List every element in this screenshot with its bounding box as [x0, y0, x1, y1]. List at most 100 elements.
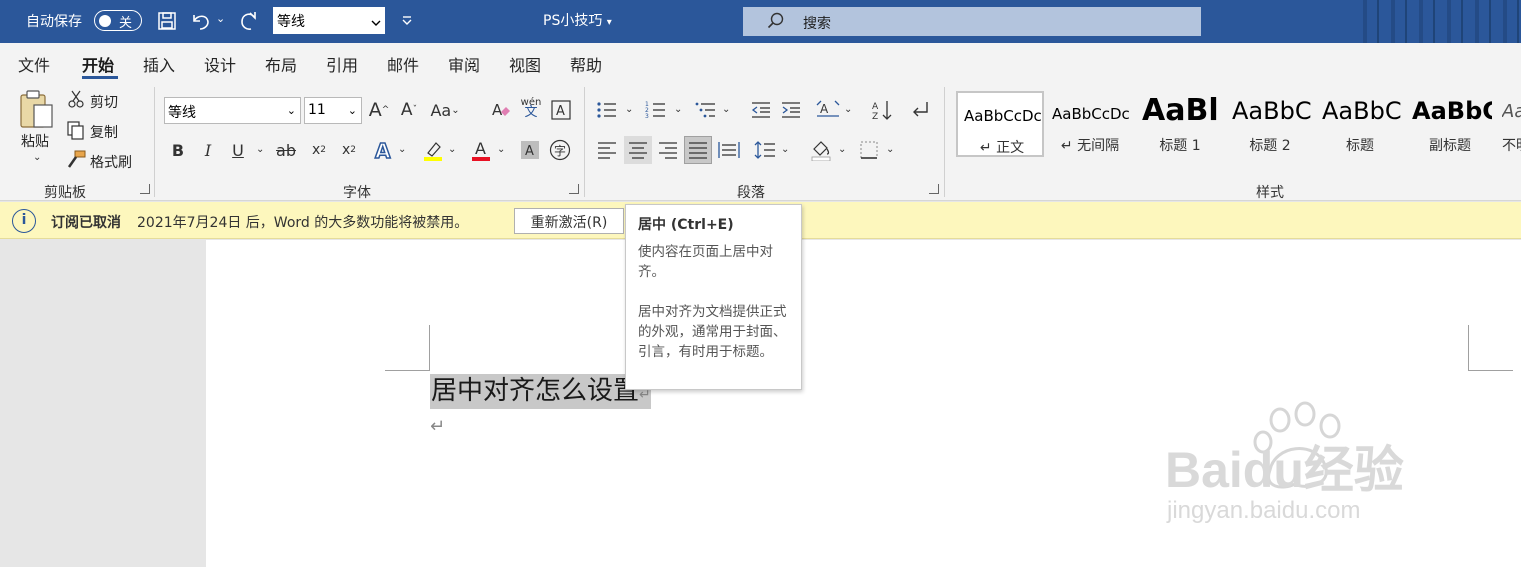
chinese-layout-dropdown-icon[interactable]: ⌄: [844, 104, 852, 115]
style-heading-2[interactable]: AaBbC 标题 2: [1226, 91, 1314, 157]
font-name-dropdown[interactable]: 等线 ⌄: [164, 97, 301, 124]
tab-design[interactable]: 设计: [204, 52, 236, 76]
save-icon[interactable]: [154, 8, 180, 34]
tab-mailings[interactable]: 邮件: [387, 52, 419, 76]
autosave-toggle[interactable]: 关: [94, 10, 142, 31]
paste-label[interactable]: 粘贴: [21, 131, 49, 151]
undo-dropdown-icon[interactable]: ⌄: [216, 12, 225, 25]
tab-view[interactable]: 视图: [509, 52, 541, 76]
italic-icon[interactable]: I: [195, 137, 221, 163]
highlight-dropdown-icon[interactable]: ⌄: [448, 144, 456, 155]
multilevel-dropdown-icon[interactable]: ⌄: [722, 104, 730, 115]
font-color-dropdown-icon[interactable]: ⌄: [497, 144, 505, 155]
character-shading-icon[interactable]: A: [517, 137, 543, 163]
scissors-icon[interactable]: [67, 90, 85, 112]
paste-dropdown-icon[interactable]: ⌄: [33, 152, 41, 163]
phonetic-guide-icon[interactable]: wén 文: [518, 95, 544, 121]
text-effects-dropdown-icon[interactable]: ⌄: [398, 144, 406, 155]
subscript-icon[interactable]: x2: [306, 137, 332, 163]
font-color-icon[interactable]: A: [468, 137, 494, 163]
bold-icon[interactable]: B: [165, 137, 191, 163]
document-text[interactable]: 居中对齐怎么设置↵: [430, 374, 651, 409]
align-left-icon[interactable]: [594, 137, 620, 163]
shading-dropdown-icon[interactable]: ⌄: [838, 144, 846, 155]
text-effects-icon[interactable]: A: [371, 137, 397, 163]
tab-help[interactable]: 帮助: [570, 52, 602, 76]
borders-dropdown-icon[interactable]: ⌄: [886, 144, 894, 155]
svg-text:Z: Z: [872, 112, 878, 121]
bullets-icon[interactable]: [594, 97, 620, 123]
tab-review[interactable]: 审阅: [448, 52, 480, 76]
style-subtle-emphasis[interactable]: Aa 不明: [1496, 91, 1521, 157]
document-title[interactable]: PS小技巧 ▾: [543, 10, 612, 30]
superscript-icon[interactable]: x2: [336, 137, 362, 163]
shading-icon[interactable]: [808, 137, 834, 163]
document-text-content: 居中对齐怎么设置: [431, 376, 640, 406]
tab-references[interactable]: 引用: [326, 52, 358, 76]
grow-font-icon[interactable]: A ^: [366, 97, 392, 123]
search-box[interactable]: 搜索: [743, 7, 1201, 36]
style-name: ↵ 正文: [979, 140, 1025, 156]
format-painter-label[interactable]: 格式刷: [90, 152, 132, 172]
undo-icon[interactable]: [188, 8, 214, 34]
tab-file[interactable]: 文件: [18, 52, 50, 76]
svg-text:A: A: [872, 102, 879, 112]
copy-label[interactable]: 复制: [90, 122, 118, 142]
numbering-dropdown-icon[interactable]: ⌄: [674, 104, 682, 115]
multilevel-list-icon[interactable]: [693, 97, 719, 123]
search-icon: [767, 12, 785, 34]
underline-dropdown-icon[interactable]: ⌄: [256, 144, 264, 155]
tab-layout[interactable]: 布局: [265, 52, 297, 76]
redo-icon[interactable]: [236, 8, 262, 34]
line-spacing-dropdown-icon[interactable]: ⌄: [781, 144, 789, 155]
tab-home[interactable]: 开始: [82, 52, 114, 76]
show-marks-icon[interactable]: [907, 97, 933, 123]
style-title[interactable]: AaBbC 标题: [1316, 91, 1404, 157]
align-right-icon[interactable]: [655, 137, 681, 163]
clipboard-launcher-icon[interactable]: [140, 184, 150, 194]
underline-icon[interactable]: U: [225, 137, 251, 163]
chinese-layout-icon[interactable]: A: [815, 97, 841, 123]
separator: [584, 87, 585, 197]
tooltip-title: 居中 (Ctrl+E): [638, 217, 734, 233]
align-center-tooltip: 居中 (Ctrl+E) 使内容在页面上居中对齐。 居中对齐为文档提供正式的外观，…: [625, 204, 802, 390]
align-center-icon[interactable]: [624, 136, 652, 164]
increase-indent-icon[interactable]: [778, 97, 804, 123]
watermark-brand: Baidu经验: [1165, 442, 1404, 498]
numbering-icon[interactable]: 123: [643, 97, 669, 123]
distributed-icon[interactable]: [716, 137, 742, 163]
paragraph-launcher-icon[interactable]: [929, 184, 939, 194]
copy-icon[interactable]: [66, 120, 86, 144]
format-painter-icon[interactable]: [66, 150, 86, 174]
paste-icon[interactable]: [18, 89, 58, 133]
font-size-dropdown[interactable]: 11 ⌄: [304, 97, 362, 124]
highlight-icon[interactable]: [420, 137, 446, 163]
style-no-spacing[interactable]: AaBbCcDc ↵ 无间隔: [1046, 91, 1134, 157]
line-spacing-icon[interactable]: [752, 137, 778, 163]
style-sample: AaBbC: [1232, 97, 1312, 125]
change-case-icon[interactable]: Aa ⌄: [430, 97, 459, 123]
style-heading-1[interactable]: AaBl 标题 1: [1136, 91, 1224, 157]
bullets-dropdown-icon[interactable]: ⌄: [625, 104, 633, 115]
sort-icon[interactable]: AZ: [869, 97, 895, 123]
customize-qat-icon[interactable]: [401, 12, 413, 31]
style-normal[interactable]: AaBbCcDc ↵ 正文: [956, 91, 1044, 157]
tooltip-description: 使内容在页面上居中对齐。: [638, 244, 773, 280]
font-launcher-icon[interactable]: [569, 184, 579, 194]
reactivate-button[interactable]: 重新激活(R): [514, 208, 624, 234]
shrink-font-icon[interactable]: Aˇ: [396, 97, 422, 123]
character-border-icon[interactable]: A: [548, 97, 574, 123]
strikethrough-icon[interactable]: ab: [273, 137, 299, 163]
quick-font-dropdown[interactable]: 等线: [273, 7, 385, 34]
cut-label[interactable]: 剪切: [90, 92, 118, 112]
clear-formatting-icon[interactable]: A: [488, 97, 514, 123]
decrease-indent-icon[interactable]: [748, 97, 774, 123]
style-subtitle[interactable]: AaBbC 副标题: [1406, 91, 1494, 157]
phonetic-char: 文: [524, 105, 538, 120]
tab-insert[interactable]: 插入: [143, 52, 175, 76]
borders-icon[interactable]: [856, 137, 882, 163]
justify-icon[interactable]: [684, 136, 712, 164]
enclose-characters-icon[interactable]: 字: [547, 137, 573, 163]
style-sample: AaBbCcDc: [1052, 105, 1130, 123]
chevron-down-icon: ⌄: [286, 104, 296, 117]
